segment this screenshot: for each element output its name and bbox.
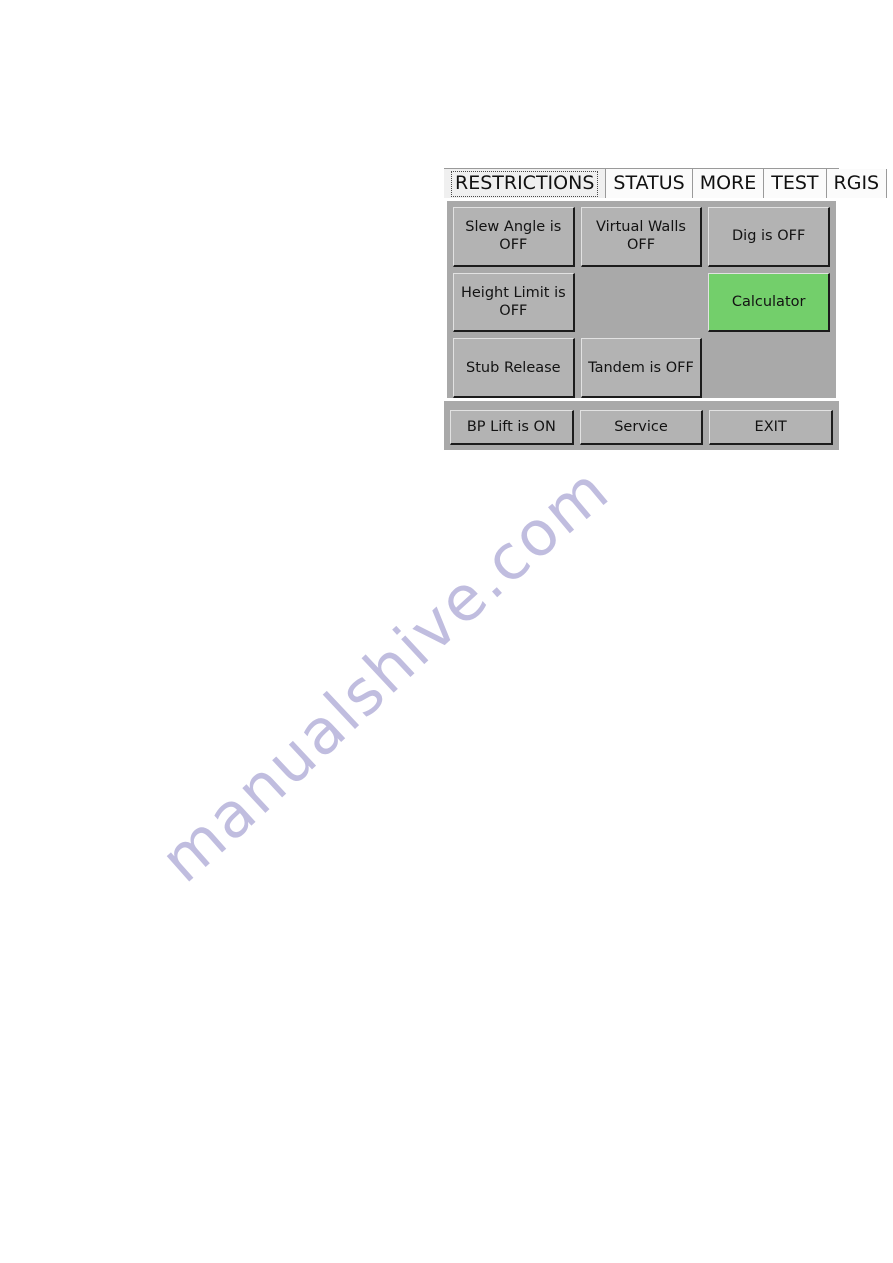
tab-restrictions-label: RESTRICTIONS	[451, 170, 599, 197]
bp-lift-label: BP Lift is ON	[466, 418, 556, 435]
restrictions-control-panel: RESTRICTIONS STATUS MORE TEST RGIS Slew …	[444, 168, 888, 450]
restrictions-button-grid: Slew Angle is OFF Virtual Walls OFF Dig …	[447, 201, 836, 398]
empty-cell-r3c3	[708, 338, 830, 398]
bottom-action-bar: BP Lift is ON Service EXIT	[444, 406, 839, 450]
height-limit-button[interactable]: Height Limit is OFF	[453, 272, 575, 333]
tandem-label: Tandem is OFF	[588, 359, 694, 376]
tab-rgis[interactable]: RGIS	[826, 169, 888, 198]
exit-label: EXIT	[754, 418, 787, 435]
tab-more-label: MORE	[699, 172, 757, 194]
tab-restrictions[interactable]: RESTRICTIONS	[444, 169, 607, 198]
tab-test[interactable]: TEST	[764, 169, 827, 198]
stub-release-label: Stub Release	[466, 359, 561, 376]
tandem-button[interactable]: Tandem is OFF	[580, 338, 703, 398]
dig-label: Dig is OFF	[732, 228, 806, 245]
slew-angle-label: Slew Angle is OFF	[465, 219, 562, 254]
tab-rgis-label: RGIS	[833, 172, 880, 194]
empty-cell-r2c2	[581, 273, 703, 333]
exit-button[interactable]: EXIT	[709, 410, 833, 445]
tab-bar: RESTRICTIONS STATUS MORE TEST RGIS	[444, 168, 888, 198]
slew-angle-button[interactable]: Slew Angle is OFF	[453, 207, 575, 267]
tab-more[interactable]: MORE	[692, 169, 765, 198]
bp-lift-button[interactable]: BP Lift is ON	[450, 410, 574, 445]
tab-status[interactable]: STATUS	[606, 169, 693, 198]
watermark-text: manualshive.com	[147, 452, 623, 896]
stub-release-button[interactable]: Stub Release	[453, 338, 575, 398]
service-button[interactable]: Service	[579, 410, 704, 445]
calculator-button[interactable]: Calculator	[708, 272, 830, 333]
tab-content-restrictions: Slew Angle is OFF Virtual Walls OFF Dig …	[444, 198, 839, 401]
calculator-label: Calculator	[731, 293, 806, 310]
tab-status-label: STATUS	[613, 172, 685, 194]
tab-test-label: TEST	[771, 172, 819, 194]
virtual-walls-button[interactable]: Virtual Walls OFF	[580, 207, 703, 267]
height-limit-label: Height Limit is OFF	[460, 284, 566, 319]
service-label: Service	[614, 418, 668, 435]
virtual-walls-label: Virtual Walls OFF	[596, 219, 686, 254]
dig-button[interactable]: Dig is OFF	[708, 207, 830, 267]
